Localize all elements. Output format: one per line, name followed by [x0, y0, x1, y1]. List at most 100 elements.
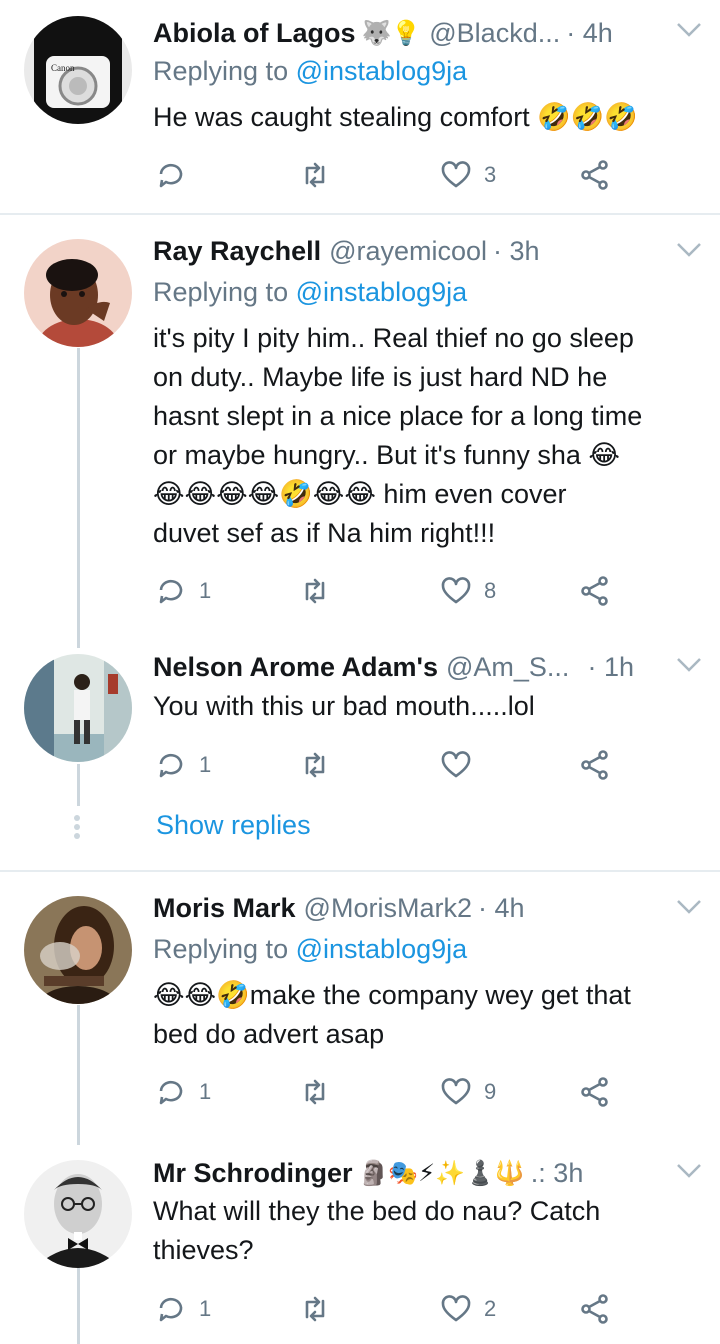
author-handle[interactable]: @Blackd... — [429, 18, 560, 49]
share-button[interactable] — [579, 745, 611, 785]
name-emoji: 🗿🎭⚡✨♟️🔱 — [358, 1159, 525, 1187]
tweet-actions: 1 2 — [153, 1289, 623, 1329]
mention-link[interactable]: @instablog9ja — [296, 934, 468, 964]
reply-count: 1 — [199, 1296, 212, 1321]
retweet-icon — [305, 162, 325, 188]
retweet-button[interactable] — [299, 745, 343, 785]
tweet-line: You with this ur bad mouth.....lol — [153, 691, 535, 721]
author-handle[interactable]: @rayemicool — [329, 236, 487, 267]
share-icon — [581, 1294, 608, 1324]
like-count: 9 — [484, 1079, 497, 1104]
tweet-actions: 1 8 — [153, 571, 623, 611]
replying-to: Replying to @instablog9ja — [153, 277, 467, 308]
tweet-nelson[interactable]: Nelson Arome Adam's @Am_S... · 1h You wi… — [0, 640, 720, 800]
tweet-line: He was caught stealing comfort 🤣🤣🤣 — [153, 102, 639, 132]
author-name[interactable]: Nelson Arome Adam's — [153, 652, 438, 683]
tweet-line: What will they the bed do nau? Catch — [153, 1196, 601, 1226]
like-button[interactable]: 8 — [440, 571, 496, 611]
retweet-icon — [305, 1079, 325, 1105]
tweet-moris[interactable]: Moris Mark @MorisMark2 · 4h Replying to … — [0, 872, 720, 1142]
author-handle[interactable]: @Am_S... — [446, 652, 569, 683]
chevron-down-icon[interactable] — [676, 899, 702, 915]
share-button[interactable] — [579, 155, 611, 195]
retweet-icon — [305, 578, 325, 604]
reply-button[interactable]: 1 — [155, 571, 211, 611]
tweet-text: What will they the bed do nau? Catch thi… — [153, 1192, 698, 1270]
tweet-actions: 1 9 — [153, 1072, 623, 1112]
tweet-text: 😂😂🤣make the company wey get that bed do … — [153, 976, 698, 1054]
heart-icon — [441, 751, 471, 778]
heart-icon — [441, 1295, 471, 1322]
avatar-abiola[interactable]: Canon — [24, 16, 132, 124]
avatar-schrodinger[interactable] — [24, 1160, 132, 1268]
tweet-line: thieves? — [153, 1235, 254, 1265]
tweet-abiola[interactable]: Canon Abiola of Lagos 🐺💡 @Blackd... · 4h… — [0, 0, 720, 214]
timestamp[interactable]: .: 3h — [531, 1158, 584, 1189]
reply-icon — [159, 753, 183, 778]
reply-button[interactable]: 1 — [155, 745, 211, 785]
timestamp[interactable]: · 1h — [587, 652, 634, 683]
retweet-button[interactable] — [299, 155, 343, 195]
name-emoji: 🐺💡 — [361, 19, 422, 47]
timestamp[interactable]: · 4h — [566, 18, 613, 49]
tweet-line: 😂😂😂😂🤣😂😂 him even cover — [153, 479, 567, 509]
reply-count: 1 — [199, 578, 212, 603]
heart-icon — [441, 1078, 471, 1105]
like-count: 3 — [484, 162, 497, 187]
tweet-line: on duty.. Maybe life is just hard ND he — [153, 362, 608, 392]
replying-prefix: Replying to — [153, 56, 289, 86]
thread-dots — [74, 812, 82, 842]
show-replies-link[interactable]: Show replies — [156, 810, 311, 841]
retweet-button[interactable] — [299, 1072, 343, 1112]
author-name[interactable]: Ray Raychell — [153, 236, 321, 267]
share-button[interactable] — [579, 1289, 611, 1329]
like-button[interactable] — [440, 745, 484, 785]
avatar-ray[interactable] — [24, 239, 132, 347]
like-button[interactable]: 3 — [440, 155, 496, 195]
timestamp[interactable]: · 4h — [478, 893, 525, 924]
tweet-actions: 1 — [153, 745, 623, 785]
tweet-line: or maybe hungry.. But it's funny sha 😂 — [153, 440, 620, 470]
avatar-moris[interactable] — [24, 896, 132, 1004]
tweet-schrodinger[interactable]: Mr Schrodinger 🗿🎭⚡✨♟️🔱 .: 3h What will t… — [0, 1150, 720, 1344]
tweet-actions: 3 — [153, 155, 623, 195]
tweet-text: You with this ur bad mouth.....lol — [153, 687, 698, 726]
author-name[interactable]: Moris Mark — [153, 893, 296, 924]
replying-to: Replying to @instablog9ja — [153, 56, 467, 87]
reply-button[interactable] — [155, 155, 199, 195]
reply-button[interactable]: 1 — [155, 1072, 211, 1112]
share-button[interactable] — [579, 571, 611, 611]
reply-count: 1 — [199, 1079, 212, 1104]
share-button[interactable] — [579, 1072, 611, 1112]
chevron-down-icon[interactable] — [676, 1163, 702, 1179]
tweet-line: 😂😂🤣make the company wey get that — [153, 980, 631, 1010]
like-button[interactable]: 9 — [440, 1072, 496, 1112]
retweet-button[interactable] — [299, 571, 343, 611]
chevron-down-icon[interactable] — [676, 242, 702, 258]
reply-icon — [159, 163, 183, 188]
avatar-nelson[interactable] — [24, 654, 132, 762]
reply-count: 1 — [199, 752, 212, 777]
author-name[interactable]: Mr Schrodinger — [153, 1158, 353, 1189]
chevron-down-icon[interactable] — [676, 657, 702, 673]
retweet-icon — [305, 1296, 325, 1322]
reply-button[interactable]: 1 — [155, 1289, 211, 1329]
tweet-line: it's pity I pity him.. Real thief no go … — [153, 323, 634, 353]
mention-link[interactable]: @instablog9ja — [296, 56, 468, 86]
author-handle[interactable]: @MorisMark2 — [304, 893, 472, 924]
like-button[interactable]: 2 — [440, 1289, 496, 1329]
share-icon — [581, 1077, 608, 1107]
heart-icon — [441, 577, 471, 604]
share-icon — [581, 160, 608, 190]
reply-icon — [159, 1080, 183, 1105]
replying-to: Replying to @instablog9ja — [153, 934, 467, 965]
reply-icon — [159, 1297, 183, 1322]
retweet-button[interactable] — [299, 1289, 343, 1329]
tweet-ray[interactable]: Ray Raychell @rayemicool · 3h Replying t… — [0, 215, 720, 635]
author-name[interactable]: Abiola of Lagos — [153, 18, 356, 49]
tweet-line: hasnt slept in a nice place for a long t… — [153, 401, 643, 431]
chevron-down-icon[interactable] — [676, 22, 702, 38]
reply-icon — [159, 579, 183, 604]
timestamp[interactable]: · 3h — [493, 236, 540, 267]
mention-link[interactable]: @instablog9ja — [296, 277, 468, 307]
